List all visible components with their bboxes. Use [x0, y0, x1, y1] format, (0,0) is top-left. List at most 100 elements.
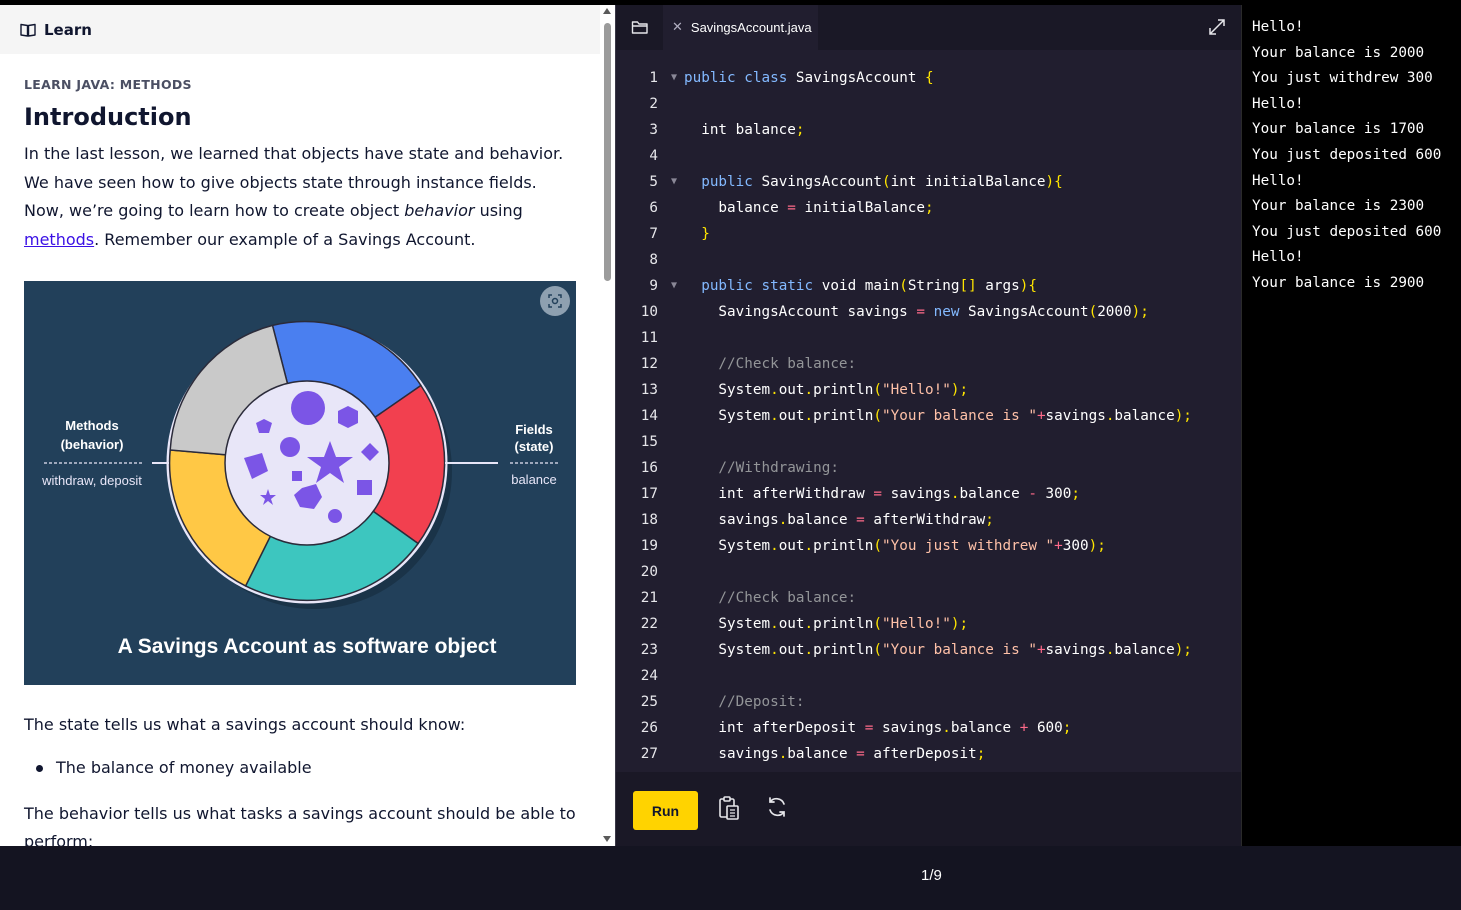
learn-scrollbar[interactable]: [600, 5, 615, 846]
run-button[interactable]: Run: [633, 791, 698, 830]
code-line[interactable]: 16 //Withdrawing:: [616, 455, 1241, 481]
code-line[interactable]: 13 System.out.println("Hello!");: [616, 377, 1241, 403]
code-line[interactable]: 21 //Check balance:: [616, 585, 1241, 611]
code-line[interactable]: 24: [616, 663, 1241, 689]
code-line[interactable]: 15: [616, 429, 1241, 455]
fold-arrow-icon[interactable]: ▼: [671, 273, 677, 299]
code-token: "Hello!": [882, 616, 951, 632]
code-token: []: [959, 278, 977, 294]
tab-label: SavingsAccount.java: [690, 20, 812, 35]
console-line: Hello!: [1252, 19, 1304, 35]
line-number: 17: [640, 486, 658, 502]
console-line: Hello!: [1252, 172, 1304, 189]
code-token: initialBalance: [795, 200, 926, 216]
code-token: println: [813, 382, 874, 398]
code-text: balance = initialBalance;: [684, 195, 933, 221]
scroll-up-arrow-icon[interactable]: [603, 8, 611, 14]
lesson-body: LEARN JAVA: METHODS Introduction In the …: [24, 77, 580, 254]
copy-to-clipboard-button[interactable]: [717, 795, 741, 825]
code-line[interactable]: 7 }: [616, 221, 1241, 247]
line-number: 1: [649, 70, 658, 86]
code-line[interactable]: 4: [616, 143, 1241, 169]
methods-sublabel: (behavior): [61, 437, 124, 452]
code-token: ): [1174, 642, 1184, 658]
line-number: 26: [640, 720, 658, 736]
tab-savingsaccount-java[interactable]: ✕ SavingsAccount.java: [663, 5, 818, 50]
code-line[interactable]: 11: [616, 325, 1241, 351]
book-icon: [20, 23, 36, 37]
reset-code-button[interactable]: [765, 795, 789, 823]
code-token: int afterDeposit: [684, 720, 865, 736]
code-token: .: [804, 382, 814, 398]
code-token: args: [976, 278, 1020, 294]
code-token: (: [873, 642, 882, 658]
code-line[interactable]: 27 savings.balance = afterDeposit;: [616, 741, 1241, 767]
code-token: balance: [1114, 642, 1175, 658]
code-line[interactable]: 5 ▼ public SavingsAccount(int initialBala…: [616, 169, 1241, 195]
code-token: .: [770, 382, 779, 398]
code-editor: ✕ SavingsAccount.java 1 ▼ public class Sav…: [615, 5, 1241, 846]
code-token: (: [873, 616, 882, 632]
fields-label: Fields: [515, 422, 553, 437]
code-line[interactable]: 3 int balance;: [616, 117, 1241, 143]
fields-caption: balance: [511, 472, 557, 487]
clipboard-icon: [719, 796, 739, 820]
code-token: balance: [684, 200, 788, 216]
lesson-heading: Introduction: [24, 103, 192, 131]
code-token: balance: [787, 746, 857, 762]
code-text: public static void main(String[] args){: [684, 273, 1037, 299]
code-line[interactable]: 18 savings.balance = afterWithdraw;: [616, 507, 1241, 533]
code-line[interactable]: 14 System.out.println("Your balance is "…: [616, 403, 1241, 429]
code-line[interactable]: 10 SavingsAccount savings = new SavingsA…: [616, 299, 1241, 325]
code-token: .: [770, 642, 779, 658]
line-number: 13: [640, 382, 658, 398]
scroll-down-arrow-icon[interactable]: [603, 836, 611, 842]
code-line[interactable]: 1 ▼ public class SavingsAccount {: [616, 65, 1241, 91]
code-line[interactable]: 17 int afterWithdraw = savings.balance -…: [616, 481, 1241, 507]
code-line[interactable]: 12 //Check balance:: [616, 351, 1241, 377]
code-token: int initialBalance: [890, 174, 1046, 190]
code-token: .: [804, 616, 814, 632]
line-number: 21: [640, 590, 658, 606]
code-token: out: [778, 538, 805, 554]
editor-footer: Run: [616, 772, 1241, 846]
expand-editor-button[interactable]: [1208, 18, 1226, 40]
code-token: System: [684, 538, 771, 554]
methods-caption: withdraw, deposit: [41, 473, 142, 488]
code-line[interactable]: 25 //Deposit:: [616, 689, 1241, 715]
code-line[interactable]: 19 System.out.println("You just withdrew…: [616, 533, 1241, 559]
code-line[interactable]: 26 int afterDeposit = savings.balance + …: [616, 715, 1241, 741]
scrollbar-thumb[interactable]: [604, 23, 611, 281]
code-text: System.out.println("Hello!");: [684, 611, 968, 637]
code-token: ;: [976, 746, 986, 762]
code-area[interactable]: 1 ▼ public class SavingsAccount {2 3 int ba…: [616, 65, 1241, 772]
code-token: public: [684, 70, 736, 86]
code-token: "Your balance is ": [882, 642, 1037, 658]
fold-arrow-icon[interactable]: ▼: [671, 169, 677, 195]
file-browser-button[interactable]: [616, 5, 663, 50]
line-number: 22: [640, 616, 658, 632]
fold-arrow-icon[interactable]: ▼: [671, 65, 677, 91]
folder-icon: [631, 21, 648, 34]
code-line[interactable]: 2: [616, 91, 1241, 117]
code-line[interactable]: 8: [616, 247, 1241, 273]
code-line[interactable]: 20: [616, 559, 1241, 585]
close-tab-icon[interactable]: ✕: [672, 20, 683, 35]
code-line[interactable]: 9 ▼ public static void main(String[] args…: [616, 273, 1241, 299]
code-line[interactable]: 6 balance = initialBalance;: [616, 195, 1241, 221]
code-line[interactable]: 23 System.out.println("Your balance is "…: [616, 637, 1241, 663]
bullet-dot: [36, 765, 43, 772]
code-token: String: [907, 278, 960, 294]
line-number: 4: [649, 148, 658, 164]
line-number: 8: [649, 252, 658, 268]
code-token: .: [770, 408, 779, 424]
code-token: savings: [881, 486, 951, 502]
methods-link[interactable]: methods: [24, 230, 94, 249]
zoom-image-icon[interactable]: [540, 286, 570, 316]
intro-paragraph: In the last lesson, we learned that obje…: [24, 140, 580, 254]
code-line[interactable]: 22 System.out.println("Hello!");: [616, 611, 1241, 637]
line-number: 11: [640, 330, 658, 346]
code-token: SavingsAccount savings: [684, 304, 917, 320]
code-token: =: [787, 200, 796, 216]
